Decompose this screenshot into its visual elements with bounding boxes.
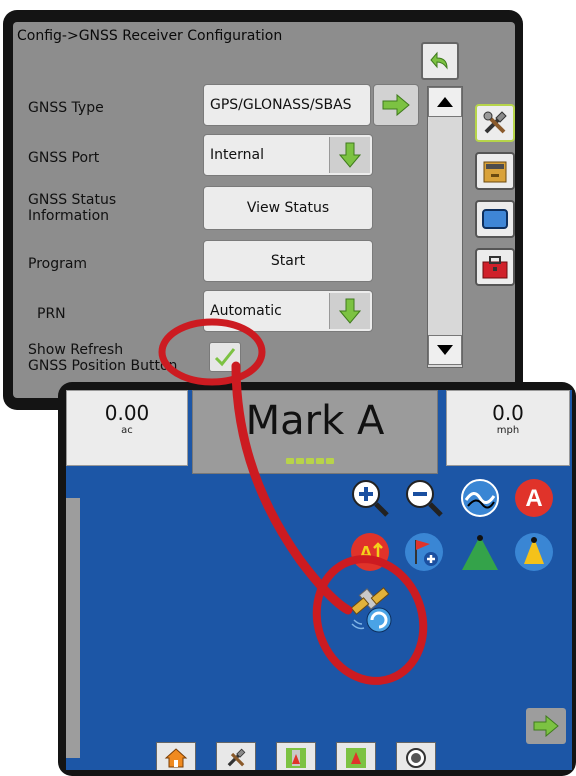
triangle-down-icon xyxy=(437,345,453,355)
area-unit: ac xyxy=(121,425,133,436)
scroll-up-button[interactable] xyxy=(428,87,462,117)
vehicle-view-tab-icon xyxy=(286,748,306,768)
side-tab-console[interactable] xyxy=(475,152,515,190)
bottom-tab-vehicle-view[interactable] xyxy=(276,742,316,770)
right-arrow-icon xyxy=(382,93,410,117)
down-arrow-icon xyxy=(339,142,361,168)
guidance-screen: 0.00 ac Mark A 0.0 mph A A xyxy=(66,390,572,770)
back-arrow-icon xyxy=(430,51,448,70)
speed-unit: mph xyxy=(496,425,520,436)
mark-label: Mark A xyxy=(245,398,385,444)
gnss-type-value: GPS/GLONASS/SBAS xyxy=(210,97,352,113)
prn-dropdown-arrow[interactable] xyxy=(329,293,370,329)
field-view-tab-icon xyxy=(346,748,366,768)
mark-a-button[interactable]: A xyxy=(512,476,556,520)
program-start-label: Start xyxy=(270,253,306,269)
gnss-port-dropdown[interactable]: Internal xyxy=(203,134,373,176)
area-value: 0.00 xyxy=(104,401,150,425)
down-arrow-icon xyxy=(339,298,361,324)
vehicle-view-icon xyxy=(462,535,498,570)
gnss-port-dropdown-arrow[interactable] xyxy=(329,137,370,173)
curve-mode-button[interactable] xyxy=(458,476,502,520)
svg-text:A: A xyxy=(525,485,542,512)
area-stat: 0.00 ac xyxy=(66,390,188,466)
mark-panel[interactable]: Mark A xyxy=(192,390,438,474)
right-arrow-icon xyxy=(533,715,559,737)
a-plus-nudge-button[interactable]: A xyxy=(348,530,392,574)
speed-stat: 0.0 mph xyxy=(446,390,570,466)
gps-quality-dot xyxy=(296,458,304,464)
side-tab-display[interactable] xyxy=(475,200,515,238)
triangle-up-icon xyxy=(437,97,453,107)
gps-quality-indicator xyxy=(286,458,334,464)
gps-quality-dot xyxy=(316,458,324,464)
back-button[interactable] xyxy=(421,42,459,80)
checkmark-icon xyxy=(214,348,236,367)
gnss-type-label: GNSS Type xyxy=(28,100,104,116)
gnss-status-label: GNSS Status Information xyxy=(28,192,116,224)
bottom-tab-home[interactable] xyxy=(156,742,196,770)
config-screen: Config->GNSS Receiver Configuration GNSS… xyxy=(13,22,515,398)
tools-icon xyxy=(227,748,246,767)
program-label: Program xyxy=(28,256,88,272)
tools-icon xyxy=(483,111,507,134)
svg-text:A: A xyxy=(359,543,373,565)
a-plus-nudge-icon: A xyxy=(351,533,389,571)
view-status-label: View Status xyxy=(246,200,330,216)
expand-right-button[interactable] xyxy=(526,708,566,744)
view-status-button[interactable]: View Status xyxy=(203,186,373,230)
gnss-status-label-line2: Information xyxy=(28,208,110,224)
bottom-tab-field-view[interactable] xyxy=(336,742,376,770)
zoom-in-button[interactable] xyxy=(348,476,392,520)
mark-a-icon: A xyxy=(515,479,553,517)
home-icon xyxy=(164,748,188,768)
rotate-view-button[interactable] xyxy=(512,530,556,574)
show-refresh-label: Show Refresh GNSS Position Button xyxy=(28,342,177,374)
gnss-status-label-line1: GNSS Status xyxy=(28,192,117,208)
gnss-port-value: Internal xyxy=(210,147,264,163)
scrollbar[interactable] xyxy=(427,86,463,368)
prn-value: Automatic xyxy=(210,303,282,319)
program-start-button[interactable]: Start xyxy=(203,240,373,282)
zoom-out-button[interactable] xyxy=(402,476,446,520)
show-refresh-checkbox[interactable] xyxy=(209,342,241,372)
refresh-gnss-position-button[interactable] xyxy=(344,584,400,640)
show-refresh-label-line2: GNSS Position Button xyxy=(28,358,178,374)
config-device-frame: Config->GNSS Receiver Configuration GNSS… xyxy=(3,10,523,410)
gps-quality-dot xyxy=(326,458,334,464)
toolbox-icon xyxy=(482,256,508,279)
gps-quality-dot xyxy=(306,458,314,464)
rotate-view-icon xyxy=(515,533,553,571)
gps-quality-dot xyxy=(286,458,294,464)
guidance-device-frame: 0.00 ac Mark A 0.0 mph A A xyxy=(58,382,576,776)
display-icon xyxy=(482,209,508,229)
side-tab-toolbox[interactable] xyxy=(475,248,515,286)
side-tab-tools[interactable] xyxy=(475,104,515,142)
curve-mode-icon xyxy=(461,479,499,517)
add-flag-button[interactable] xyxy=(402,530,446,574)
console-icon xyxy=(483,161,507,183)
scroll-down-button[interactable] xyxy=(428,335,462,365)
bottom-tab-camera[interactable] xyxy=(396,742,436,770)
refresh-gnss-position-icon xyxy=(350,587,392,633)
zoom-out-icon xyxy=(406,480,443,517)
bottom-tab-tools[interactable] xyxy=(216,742,256,770)
gnss-type-field[interactable]: GPS/GLONASS/SBAS xyxy=(203,84,371,126)
prn-dropdown[interactable]: Automatic xyxy=(203,290,373,332)
add-flag-icon xyxy=(405,533,443,571)
zoom-in-icon xyxy=(352,480,389,517)
speed-value: 0.0 xyxy=(492,401,524,425)
page-title: Config->GNSS Receiver Configuration xyxy=(17,28,283,44)
vehicle-view-button[interactable] xyxy=(458,530,502,574)
left-panel-handle[interactable] xyxy=(66,498,80,758)
gnss-port-label: GNSS Port xyxy=(28,150,100,166)
camera-icon xyxy=(406,748,426,768)
show-refresh-label-line1: Show Refresh xyxy=(28,342,124,358)
gnss-type-next-button[interactable] xyxy=(373,84,419,126)
prn-label: PRN xyxy=(37,306,66,322)
